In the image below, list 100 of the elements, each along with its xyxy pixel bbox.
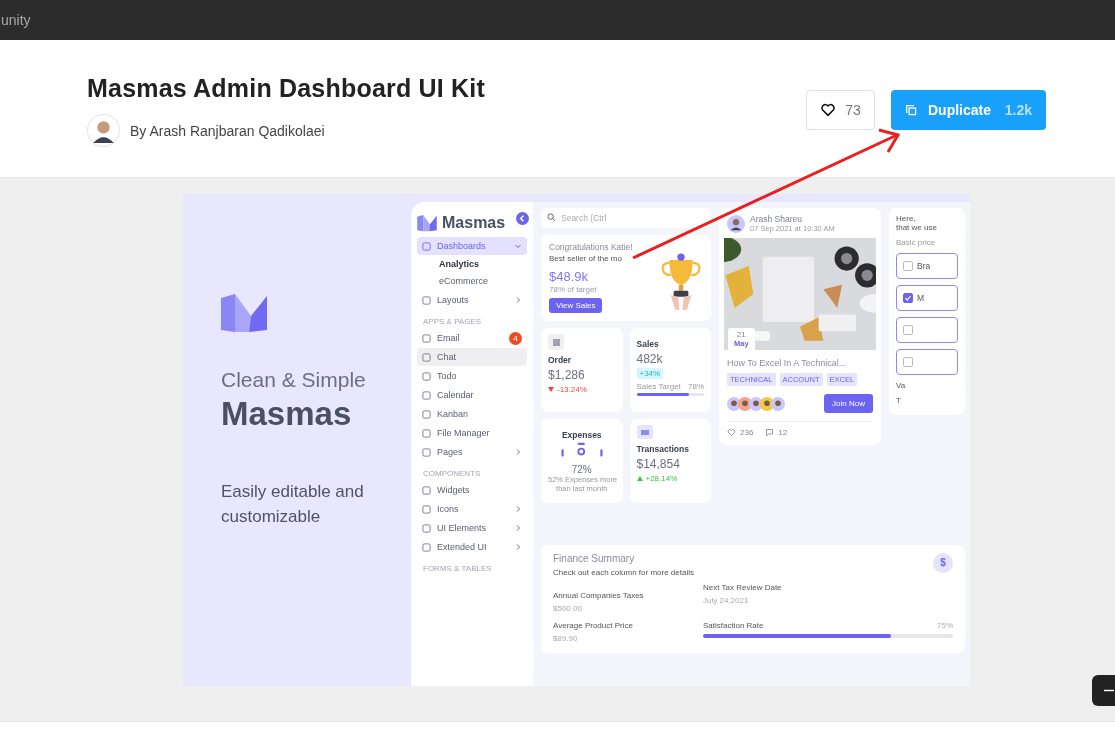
square-icon [422, 295, 431, 305]
change-value: +28.14% [636, 474, 704, 483]
sidebar-item[interactable]: Dashboards [417, 237, 527, 255]
sidebar-item[interactable]: Layouts [417, 291, 527, 309]
logo-text: Masmas [442, 214, 506, 232]
target-note: 78% of target [549, 285, 598, 294]
finance-label: Next Tax Review Date [703, 582, 783, 592]
square-icon [422, 241, 431, 251]
pricing-text: Va [896, 381, 907, 390]
sidebar-item[interactable]: Extended UI [417, 538, 527, 556]
change-badge: +34% [636, 368, 664, 379]
change-value: -13.24% [548, 385, 616, 394]
option-label: Bra [917, 261, 931, 271]
progress-bar [636, 393, 704, 396]
pricing-text: Here, [896, 214, 917, 223]
card-value: 482k [636, 352, 664, 366]
square-icon [422, 428, 431, 438]
finance-value: $89.90 [553, 633, 579, 643]
avatar-icon [87, 114, 120, 147]
description: Easily editable and customizable [221, 481, 365, 528]
nav-link[interactable]: unity [1, 12, 31, 28]
checkbox[interactable] [903, 357, 913, 367]
sidebar-subitem[interactable]: eCommerce [439, 273, 527, 290]
tagline: Clean & Simple [221, 368, 367, 392]
square-icon [422, 504, 431, 514]
sidebar-item[interactable]: Kanban [417, 405, 527, 423]
chevron-icon [514, 524, 522, 532]
square-icon [422, 447, 431, 457]
price-option[interactable] [896, 317, 958, 343]
square-icon [422, 542, 431, 552]
sidebar-item[interactable]: Calendar [417, 386, 527, 404]
sidebar-item[interactable]: Icons [417, 500, 527, 518]
square-icon [422, 409, 431, 419]
avatar-icon [727, 214, 745, 233]
card-subtitle: Best seller of the mo [549, 254, 623, 263]
sidebar-item[interactable]: Pages [417, 443, 527, 461]
logo-icon [417, 214, 437, 232]
section-heading: COMPONENTS [423, 469, 482, 478]
author-name[interactable]: By Arash Ranjbaran Qadikolaei [130, 122, 325, 139]
sidebar-item[interactable]: UI Elements [417, 519, 527, 537]
square-icon [422, 485, 431, 495]
sidebar-subitem[interactable]: Analytics [439, 256, 527, 273]
amount: $48.9k [549, 269, 590, 284]
page-title: Masmas Admin Dashboard UI Kit [87, 74, 485, 103]
sidebar-item[interactable]: Email 4 [417, 329, 527, 347]
finance-label: Annual Companies Taxes [553, 590, 645, 600]
pricing-text: that we use [896, 223, 938, 232]
chevron-icon [514, 543, 522, 551]
price-option[interactable] [896, 349, 958, 375]
square-icon [422, 523, 431, 533]
gauge-value: 72% [570, 464, 593, 475]
card-title: Finance Summary [553, 552, 636, 564]
square-icon [422, 371, 431, 381]
target-label: Sales Target [636, 382, 681, 391]
finance-value: July 24,2021 [703, 595, 750, 605]
price-option[interactable]: M [896, 285, 958, 311]
checkbox[interactable] [903, 293, 913, 303]
count-badge: 4 [509, 331, 522, 345]
target-value: 78% [688, 382, 704, 391]
join-now-button[interactable]: Join Now [824, 394, 873, 413]
card-value: $1,286 [548, 368, 586, 382]
pricing-text: T [896, 396, 902, 405]
post-author: Arash Shareu [750, 214, 803, 224]
section-heading: FORMS & TABLES [423, 564, 493, 573]
finance-value: $500.00 [553, 603, 583, 613]
card-title: Congratulations Katie! [549, 242, 633, 252]
sidebar-item[interactable]: Todo [417, 367, 527, 385]
logo-icon [221, 294, 267, 334]
checkbox[interactable] [903, 325, 913, 335]
comment-count: 12 [778, 428, 788, 437]
card-title: Order [548, 355, 573, 365]
chevron-icon [514, 296, 522, 304]
sidebar-item[interactable]: Chat [417, 348, 527, 366]
view-sales-button[interactable]: View Sales [549, 298, 603, 313]
card-title: Expenses [560, 430, 603, 440]
avatar-icon [771, 396, 785, 411]
comment-icon[interactable] [765, 428, 775, 437]
cube-icon [548, 334, 564, 350]
price-option[interactable]: Bra [896, 253, 958, 279]
chevron-icon [514, 505, 522, 513]
card-subtitle: Check out each column for more details [553, 567, 694, 577]
square-icon [422, 333, 431, 343]
chevron-icon [514, 448, 522, 456]
sidebar-item[interactable]: Widgets [417, 481, 527, 499]
finance-label: Average Product Price [553, 620, 634, 630]
heart-icon[interactable] [727, 428, 736, 437]
like-button[interactable]: 73 [806, 90, 875, 130]
finance-label: Satisfaction Rate [703, 620, 764, 630]
square-icon [422, 390, 431, 400]
card-title: Sales [636, 339, 660, 349]
search-icon [547, 213, 556, 222]
like-count: 236 [740, 428, 754, 437]
pricing-label: Basic price [896, 238, 937, 247]
brand-name: Masmas [221, 395, 353, 433]
sidebar-item[interactable]: File Manager [417, 424, 527, 442]
section-heading: APPS & PAGES [423, 317, 483, 326]
card-title: Transactions [636, 444, 690, 454]
search-field[interactable]: Search (Ctrl [541, 208, 711, 228]
checkbox[interactable] [903, 261, 913, 271]
card-value: $14,854 [636, 457, 681, 471]
